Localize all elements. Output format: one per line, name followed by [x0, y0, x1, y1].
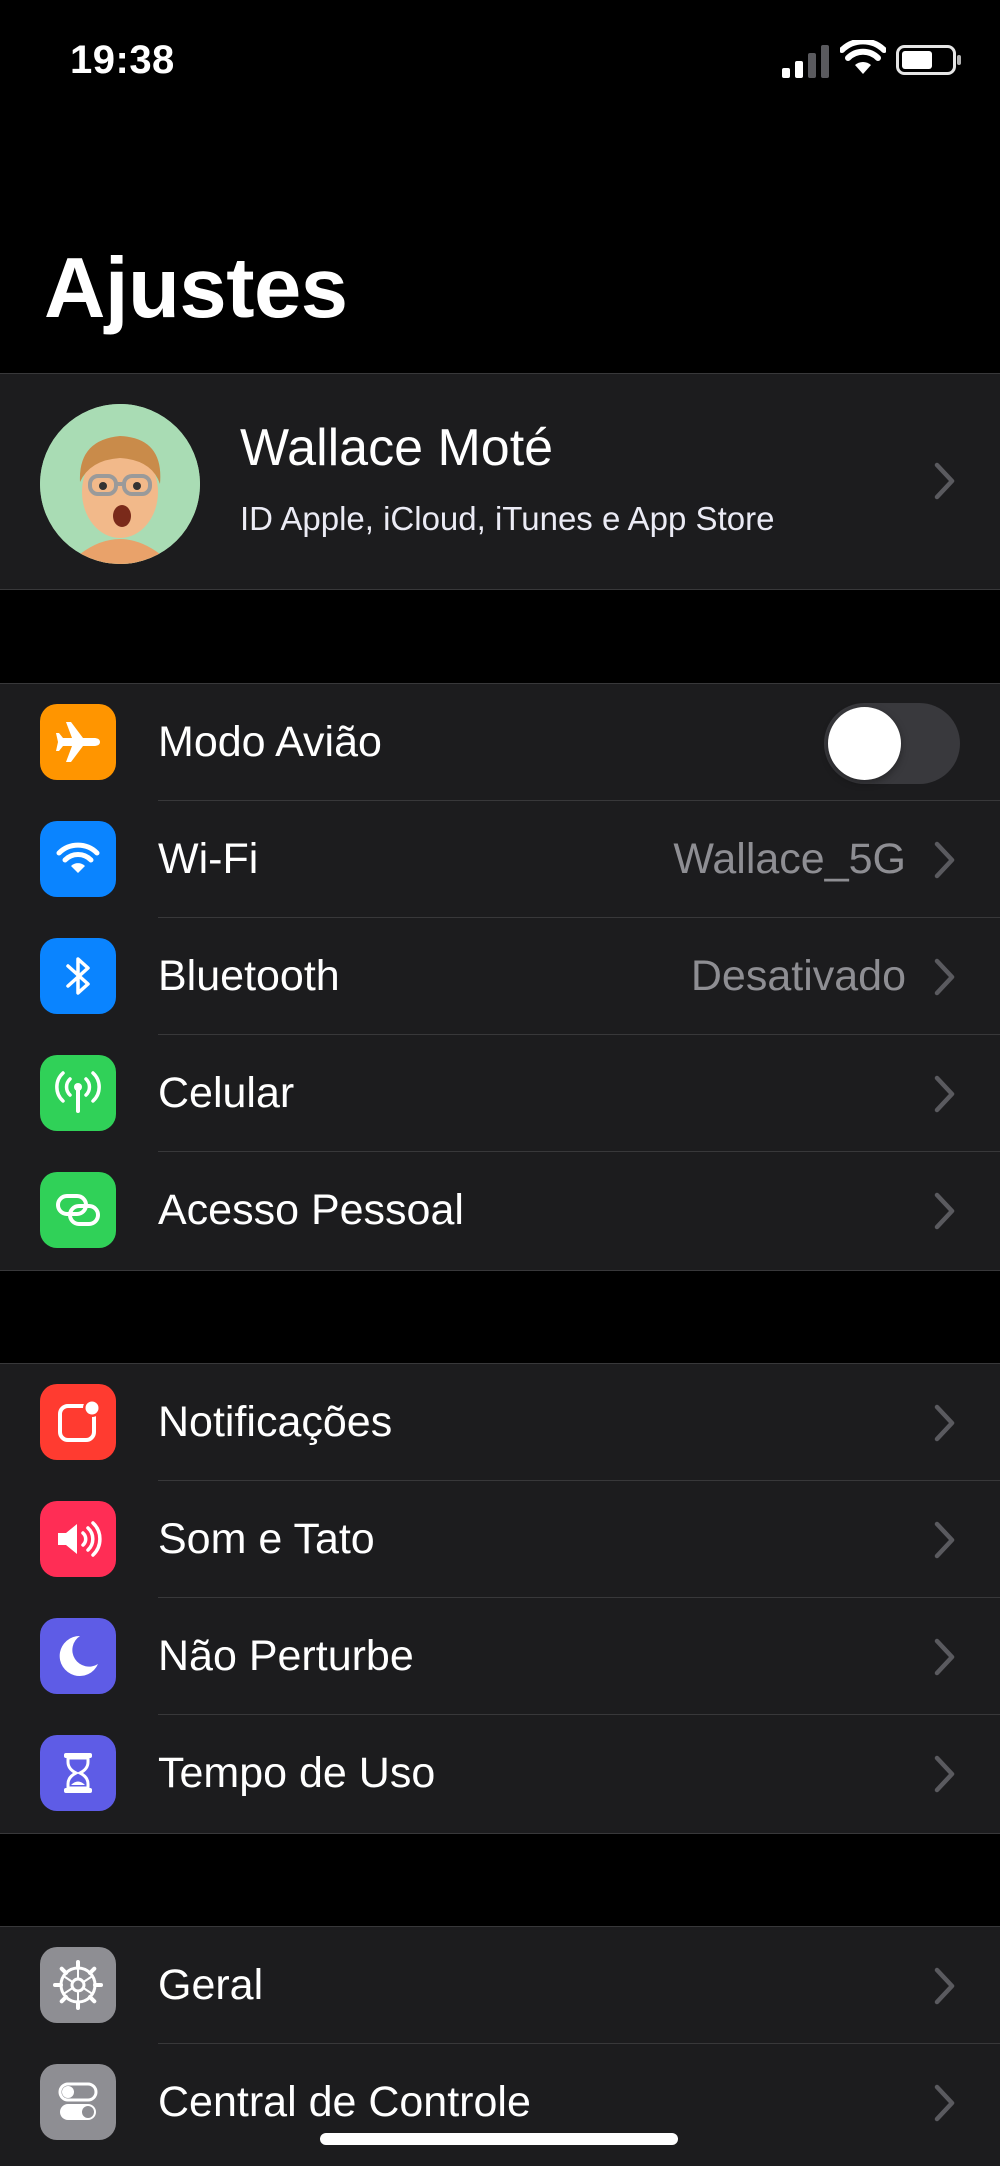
chevron-right-icon: [934, 1404, 955, 1442]
chevron-right-icon: [934, 462, 955, 500]
chevron-right-icon: [934, 841, 955, 879]
status-bar: 19:38: [0, 0, 1000, 120]
chevron-right-icon: [934, 1755, 955, 1793]
notifications-icon-box: [40, 1384, 116, 1460]
moon-icon: [59, 1635, 98, 1676]
profile-name: Wallace Moté: [240, 419, 554, 477]
antenna-icon: [55, 1071, 101, 1113]
screen-time-row[interactable]: Tempo de Uso: [0, 1715, 1000, 1832]
gear-icon: [53, 1960, 103, 2010]
cellular-row[interactable]: Celular: [0, 1035, 1000, 1152]
general-row[interactable]: Geral: [0, 1927, 1000, 2044]
airplane-mode-row: Modo Avião: [0, 684, 1000, 801]
profile-subtitle: ID Apple, iCloud, iTunes e App Store: [240, 500, 775, 537]
cellular-icon-box: [40, 1055, 116, 1131]
memoji-avatar-icon: [40, 404, 200, 564]
chevron-right-icon: [934, 1967, 955, 2005]
general-section: Geral Central de Controle: [0, 1926, 1000, 2166]
wifi-icon-box: [40, 821, 116, 897]
speaker-icon: [58, 1521, 102, 1557]
connectivity-section: Modo Avião Wi-Fi Wallace_5G Bluetooth De…: [0, 683, 1000, 1271]
status-time: 19:38: [70, 38, 175, 82]
bluetooth-row[interactable]: Bluetooth Desativado: [0, 918, 1000, 1035]
general-label: Geral: [158, 1961, 264, 2009]
chevron-right-icon: [934, 1521, 955, 1559]
chevron-right-icon: [934, 1075, 955, 1113]
sounds-label: Som e Tato: [158, 1515, 375, 1563]
screen-time-icon-box: [40, 1735, 116, 1811]
bluetooth-icon-box: [40, 938, 116, 1014]
personal-hotspot-row[interactable]: Acesso Pessoal: [0, 1152, 1000, 1269]
bluetooth-icon: [66, 957, 90, 995]
notifications-icon: [58, 1399, 101, 1442]
airplane-icon-box: [40, 704, 116, 780]
chevron-right-icon: [934, 958, 955, 996]
avatar: [40, 404, 200, 564]
personal-hotspot-label: Acesso Pessoal: [158, 1186, 464, 1234]
wifi-icon: [56, 842, 100, 873]
switches-icon: [58, 2082, 98, 2120]
chain-link-icon: [56, 1194, 100, 1226]
bluetooth-label: Bluetooth: [158, 952, 340, 1000]
battery-icon: [896, 45, 961, 75]
airplane-mode-label: Modo Avião: [158, 718, 382, 766]
wifi-label: Wi-Fi: [158, 835, 259, 883]
notifications-section: Notificações Som e Tato Não Perturbe Tem…: [0, 1363, 1000, 1834]
airplane-icon: [56, 722, 100, 762]
sounds-row[interactable]: Som e Tato: [0, 1481, 1000, 1598]
do-not-disturb-row[interactable]: Não Perturbe: [0, 1598, 1000, 1715]
bluetooth-status-value: Desativado: [690, 952, 906, 1000]
general-icon-box: [40, 1947, 116, 2023]
hotspot-icon-box: [40, 1172, 116, 1248]
wifi-status-icon: [840, 40, 886, 74]
chevron-right-icon: [934, 2084, 955, 2122]
control-center-icon-box: [40, 2064, 116, 2140]
apple-id-row[interactable]: [0, 374, 1000, 589]
cellular-signal-icon: [782, 45, 829, 78]
chevron-right-icon: [934, 1192, 955, 1230]
do-not-disturb-label: Não Perturbe: [158, 1632, 414, 1680]
screen-time-label: Tempo de Uso: [158, 1749, 436, 1797]
page-title: Ajustes: [44, 241, 348, 336]
home-indicator[interactable]: [320, 2133, 678, 2145]
notifications-label: Notificações: [158, 1398, 393, 1446]
sounds-icon-box: [40, 1501, 116, 1577]
wifi-row[interactable]: Wi-Fi Wallace_5G: [0, 801, 1000, 918]
profile-section: [0, 373, 1000, 590]
chevron-right-icon: [934, 1638, 955, 1676]
do-not-disturb-icon-box: [40, 1618, 116, 1694]
toggle-knob: [828, 707, 901, 780]
hourglass-icon: [64, 1753, 92, 1793]
cellular-label: Celular: [158, 1069, 295, 1117]
airplane-mode-toggle[interactable]: [824, 703, 960, 784]
notifications-row[interactable]: Notificações: [0, 1364, 1000, 1481]
wifi-network-value: Wallace_5G: [673, 835, 906, 883]
